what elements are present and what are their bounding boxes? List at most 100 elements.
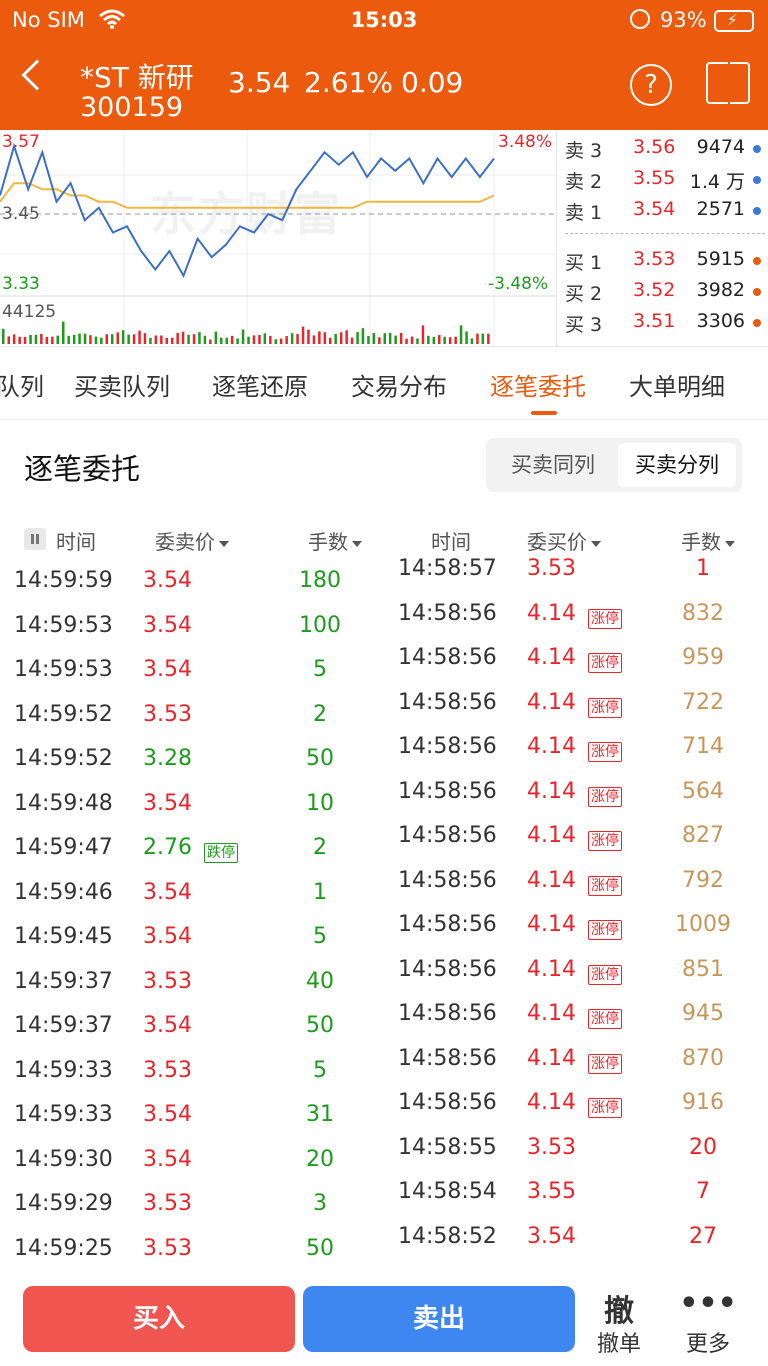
sell-order-row[interactable]: 14:59:53 3.54 100: [0, 613, 384, 653]
sort-caret-icon: [352, 540, 362, 547]
buy-order-row[interactable]: 14:58:52 3.54 27: [384, 1224, 768, 1264]
sell-order-row[interactable]: 14:59:37 3.53 40: [0, 969, 384, 1009]
sell-button[interactable]: 卖出: [303, 1286, 575, 1352]
order-time: 14:59:53: [14, 612, 113, 638]
tab-queue[interactable]: 队列: [0, 367, 44, 402]
sell-order-row[interactable]: 14:59:29 3.53 3: [0, 1191, 384, 1231]
back-icon[interactable]: [21, 59, 53, 91]
order-time: 14:58:56: [398, 778, 497, 804]
volume-bar: [198, 332, 201, 344]
order-price: 3.28: [143, 746, 192, 771]
seg-same-column[interactable]: 买卖同列: [492, 443, 614, 487]
sell-order-row[interactable]: 14:59:52 3.28 50: [0, 746, 384, 786]
volume-bar: [40, 333, 43, 344]
pause-icon[interactable]: [24, 528, 46, 550]
order-qty: 5: [313, 657, 327, 682]
buy-price-header[interactable]: 委买价: [527, 526, 601, 555]
limit-up-badge: 涨停: [588, 742, 622, 762]
tab-bid-ask-queue[interactable]: 买卖队列: [74, 367, 170, 402]
order-time: 14:59:33: [14, 1102, 113, 1127]
ask-row[interactable]: 卖 1 3.54 2571: [557, 198, 768, 226]
sell-order-row[interactable]: 14:59:47 2.76 跌停 2: [0, 835, 384, 875]
bid-row[interactable]: 买 2 3.52 3982: [557, 279, 768, 307]
order-qty: 10: [306, 790, 334, 816]
buy-order-row[interactable]: 14:58:56 4.14 涨停 832: [384, 601, 768, 641]
order-time: 14:58:56: [398, 645, 497, 670]
tab-large-orders[interactable]: 大单明细: [629, 367, 725, 402]
tab-tick-restore[interactable]: 逐笔还原: [212, 367, 308, 402]
cancel-order-button[interactable]: 撤 撤单: [584, 1286, 654, 1358]
sell-order-row[interactable]: 14:59:46 3.54 1: [0, 880, 384, 920]
limit-up-badge: 涨停: [588, 964, 622, 985]
order-price: 4.14: [527, 734, 576, 759]
volume-bar: [165, 337, 168, 344]
sell-order-row[interactable]: 14:59:30 3.54 20: [0, 1147, 384, 1187]
buy-qty-header[interactable]: 手数: [681, 526, 735, 555]
ask-dot-icon: [753, 207, 761, 215]
buy-order-row[interactable]: 14:58:56 4.14 涨停 870: [384, 1046, 768, 1086]
landscape-switch-icon[interactable]: [706, 62, 750, 104]
sell-order-row[interactable]: 14:59:33 3.53 5: [0, 1058, 384, 1098]
sell-order-row[interactable]: 14:59:53 3.54 5: [0, 657, 384, 697]
volume-bar: [56, 335, 59, 344]
order-time: 14:58:56: [398, 823, 497, 848]
ask-row[interactable]: 卖 3 3.56 9474: [557, 136, 768, 164]
screen: { "status_bar":{"carrier":"No SIM","time…: [0, 0, 768, 1366]
buy-order-row[interactable]: 14:58:56 4.14 涨停 1009: [384, 912, 768, 952]
sell-order-row[interactable]: 14:59:25 3.53 50: [0, 1236, 384, 1276]
volume-bar: [149, 338, 152, 344]
order-qty: 40: [306, 968, 334, 994]
order-time: 14:58:54: [398, 1179, 497, 1204]
tab-trade-distribution[interactable]: 交易分布: [351, 367, 447, 402]
volume-bar: [67, 335, 70, 344]
sell-order-row[interactable]: 14:59:59 3.54 180: [0, 568, 384, 608]
volume-bar: [12, 334, 16, 344]
sell-order-row[interactable]: 14:59:33 3.54 31: [0, 1102, 384, 1142]
tab-tick-orders[interactable]: 逐笔委托: [490, 367, 586, 402]
buy-order-row[interactable]: 14:58:56 4.14 涨停 827: [384, 823, 768, 863]
order-time: 14:59:29: [14, 1191, 113, 1216]
volume-bar: [279, 338, 283, 344]
more-button[interactable]: ••• 更多: [673, 1286, 743, 1358]
sell-order-row[interactable]: 14:59:45 3.54 5: [0, 924, 384, 964]
buy-order-row[interactable]: 14:58:56 4.14 涨停 722: [384, 690, 768, 730]
buy-button[interactable]: 买入: [23, 1286, 295, 1352]
buy-order-row[interactable]: 14:58:56 4.14 涨停 959: [384, 645, 768, 685]
order-time: 14:58:55: [398, 1134, 497, 1160]
order-price: 2.76: [143, 835, 192, 860]
sell-qty-header[interactable]: 手数: [308, 526, 362, 555]
buy-order-row[interactable]: 14:58:54 3.55 7: [384, 1179, 768, 1219]
buy-order-row[interactable]: 14:58:55 3.53 20: [384, 1135, 768, 1175]
seg-split-column[interactable]: 买卖分列: [618, 443, 736, 487]
help-icon[interactable]: ?: [630, 64, 672, 106]
ask-row[interactable]: 卖 2 3.55 1.4 万: [557, 167, 768, 195]
order-qty: 722: [682, 689, 724, 715]
sell-order-row[interactable]: 14:59:48 3.54 10: [0, 791, 384, 831]
buy-order-row[interactable]: 14:58:56 4.14 涨停 792: [384, 868, 768, 908]
ask-level-label: 卖 2: [565, 171, 603, 193]
volume-bar: [252, 335, 256, 344]
buy-order-row[interactable]: 14:58:56 4.14 涨停 851: [384, 957, 768, 997]
bid-row[interactable]: 买 1 3.53 5915: [557, 248, 768, 276]
buy-order-row[interactable]: 14:58:56 4.14 涨停 945: [384, 1001, 768, 1041]
sell-order-row[interactable]: 14:59:37 3.54 50: [0, 1013, 384, 1053]
volume-bar: [476, 333, 479, 344]
bid-row[interactable]: 买 3 3.51 3306: [557, 310, 768, 338]
order-time: 14:58:56: [398, 1001, 497, 1026]
order-time: 14:58:56: [398, 734, 497, 759]
volume-bar: [160, 335, 163, 344]
order-price: 3.54: [143, 790, 192, 816]
ask-dot-icon: [753, 176, 761, 184]
buy-order-row[interactable]: 14:58:56 4.14 涨停 916: [384, 1090, 768, 1130]
order-price: 3.54: [143, 924, 192, 949]
volume-bar: [427, 335, 430, 344]
intraday-chart[interactable]: 东方财富 3.57 3.48% 3.45 3.33 -3.48% 44125: [0, 130, 556, 346]
buy-order-row[interactable]: 14:58:56 4.14 涨停 714: [384, 734, 768, 774]
buy-order-row[interactable]: 14:58:56 4.14 涨停 564: [384, 779, 768, 819]
volume-bar: [132, 334, 136, 344]
sell-price-header[interactable]: 委卖价: [155, 526, 229, 555]
volume-bar: [394, 335, 397, 344]
sell-order-row[interactable]: 14:59:52 3.53 2: [0, 702, 384, 742]
order-price: 3.54: [527, 1223, 576, 1249]
buy-order-row[interactable]: 14:58:57 3.53 1: [384, 556, 768, 596]
